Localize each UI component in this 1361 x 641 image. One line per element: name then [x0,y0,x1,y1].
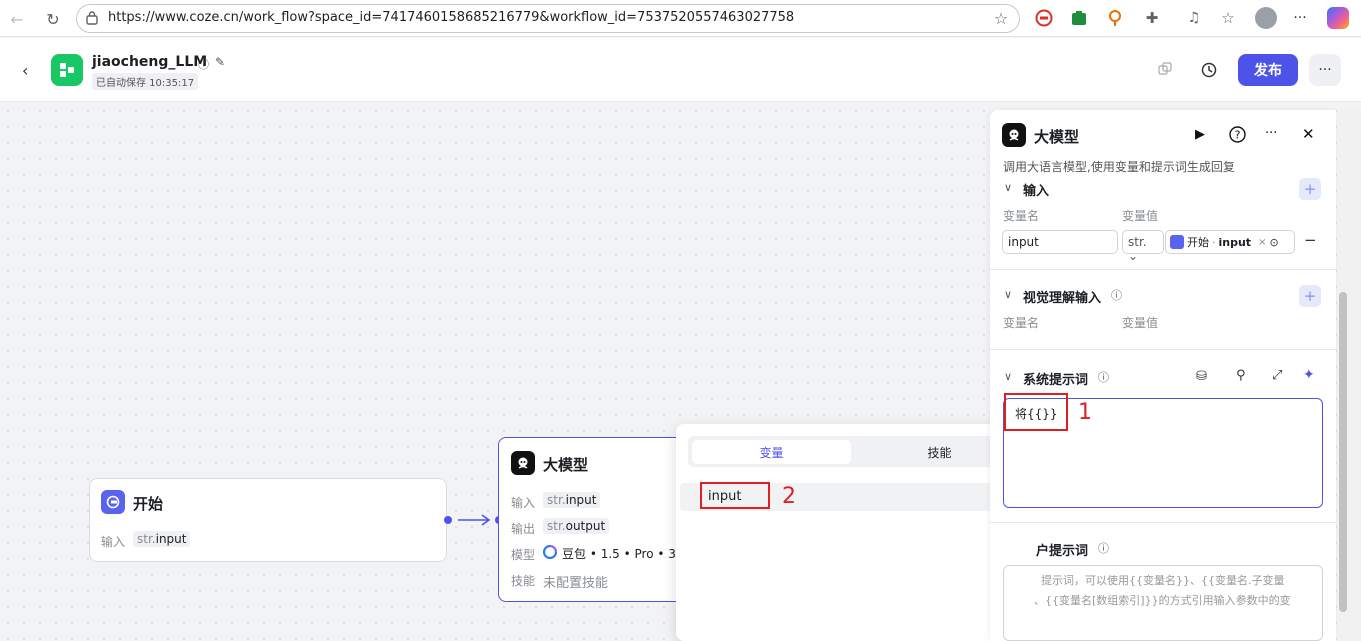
visual-info-icon[interactable]: ⓘ [1111,287,1122,303]
input-chevron-icon[interactable]: ∨ [1004,181,1012,194]
annotation-number-2: 2 [782,484,796,509]
copy-icon[interactable] [1158,62,1172,76]
add-input-button[interactable]: + [1299,178,1321,200]
llm-output-tag: str.output [543,518,610,534]
start-node-title: 开始 [133,495,164,513]
panel-description: 调用大语言模型,使用变量和提示词生成回复 [1003,160,1235,174]
more-options-button[interactable]: ··· [1309,54,1341,86]
annotation-number-1: 1 [1078,400,1092,425]
visual-value-header: 变量值 [1122,316,1159,330]
user-prompt-title: 户提示词 [1036,544,1089,559]
remove-var-icon[interactable]: − [1304,231,1317,249]
add-visual-button[interactable]: + [1299,285,1321,307]
system-prompt-chevron-icon[interactable]: ∨ [1004,370,1012,383]
workflow-title: jiaocheng_LLM [92,54,208,70]
llm-model-value: 豆包 • 1.5 • Pro • 32k [562,547,680,561]
llm-model-label: 模型 [511,548,536,562]
expand-icon[interactable]: ⤢ [1272,368,1282,383]
ref-sep: · [1212,235,1216,249]
type-prefix: str. [547,519,566,533]
browser-menu-icon[interactable]: ··· [1290,8,1310,28]
var-name: output [565,519,606,533]
start-output-port[interactable] [444,516,452,524]
annotation-box-2 [700,482,770,509]
connection-edge [458,514,491,526]
var-name-input[interactable]: input [1002,230,1118,254]
var-name: input [565,493,597,507]
star-icon[interactable]: ☆ [991,8,1011,28]
ref-start-icon [1170,235,1184,249]
annotation-box-1 [1004,393,1068,431]
doubao-model-icon [542,544,558,560]
llm-node-icon [511,451,535,475]
input-section-title: 输入 [1023,184,1050,199]
ref-var: input [1218,235,1252,249]
ref-clear-icon[interactable]: × [1258,237,1266,248]
lightbulb-icon[interactable]: ⚲ [1236,368,1246,383]
panel-more-icon[interactable]: ··· [1265,126,1277,141]
var-name: input [155,532,187,546]
extension-red-icon[interactable] [1034,8,1054,28]
close-icon[interactable]: ✕ [1302,125,1315,143]
var-value-header: 变量值 [1122,209,1159,223]
type-prefix: str. [547,493,566,507]
user-prompt-placeholder-line2: 、{{变量名[数组索引]}}的方式引用输入参数中的变 [1034,594,1291,607]
help-icon[interactable]: ? [1229,126,1246,143]
prompt-library-icon[interactable]: ⛁ [1196,369,1207,384]
start-icon [101,490,125,514]
start-input-label: 输入 [101,535,126,549]
tab-variable[interactable]: 变量 [692,440,851,464]
llm-input-label: 输入 [511,496,536,510]
back-arrow-icon[interactable]: ← [4,6,30,32]
media-icon[interactable]: ♫ [1184,8,1204,28]
llm-node-title: 大模型 [543,456,589,474]
llm-output-label: 输出 [511,522,536,536]
start-input-tag: str.input [133,531,191,547]
llm-skill-label: 技能 [511,574,536,588]
profile-avatar[interactable] [1255,7,1277,29]
workflow-logo-icon [51,54,83,86]
publish-button[interactable]: 发布 [1238,54,1298,86]
type-prefix: str. [137,532,156,546]
extension-green-icon[interactable] [1069,8,1089,28]
llm-skill-value: 未配置技能 [543,576,609,591]
copilot-icon[interactable] [1327,7,1349,29]
ref-target-icon[interactable]: ⊙ [1269,236,1278,249]
extension-orange-icon[interactable] [1105,8,1125,28]
info-icon[interactable]: ⓘ [198,56,209,72]
edit-icon[interactable]: ✎ [215,55,225,69]
url-text: https://www.coze.cn/work_flow?space_id=7… [108,10,795,25]
back-chevron-icon[interactable]: ‹ [22,61,28,80]
divider [990,522,1336,523]
reload-icon[interactable]: ↻ [40,6,66,32]
divider [990,269,1336,270]
autosave-status: 已自动保存 10:35:17 [92,73,199,90]
visual-name-header: 变量名 [1003,316,1040,330]
system-prompt-info-icon[interactable]: ⓘ [1098,369,1109,385]
site-info-icon[interactable] [86,11,98,25]
ref-source: 开始 [1187,236,1209,249]
puzzle-icon[interactable]: ✚ [1142,8,1162,28]
visual-chevron-icon[interactable]: ∨ [1004,288,1012,301]
var-type-select[interactable]: str. ⌄ [1122,230,1164,263]
system-prompt-title: 系统提示词 [1023,373,1089,388]
divider [990,349,1336,350]
history-icon[interactable] [1201,62,1217,78]
ai-sparkle-icon[interactable]: ✦ [1303,367,1315,383]
favorites-icon[interactable]: ☆ [1218,8,1238,28]
svg-text:?: ? [1235,129,1241,142]
visual-section-title: 视觉理解输入 [1023,291,1102,306]
var-name-header: 变量名 [1003,209,1040,223]
user-prompt-info-icon[interactable]: ⓘ [1098,540,1109,556]
start-node[interactable] [89,478,447,562]
run-icon[interactable]: ▶ [1195,127,1205,142]
var-ref-field[interactable]: 开始 · input × ⊙ [1165,230,1295,254]
var-type-value: str. [1128,235,1147,249]
panel-title: 大模型 [1034,128,1080,146]
llm-input-tag: str.input [543,492,601,508]
panel-llm-icon [1002,123,1026,147]
panel-scrollbar-thumb[interactable] [1339,292,1347,612]
user-prompt-placeholder-line1: 提示词，可以使用{{变量名}}、{{变量名.子变量 [1041,574,1285,587]
